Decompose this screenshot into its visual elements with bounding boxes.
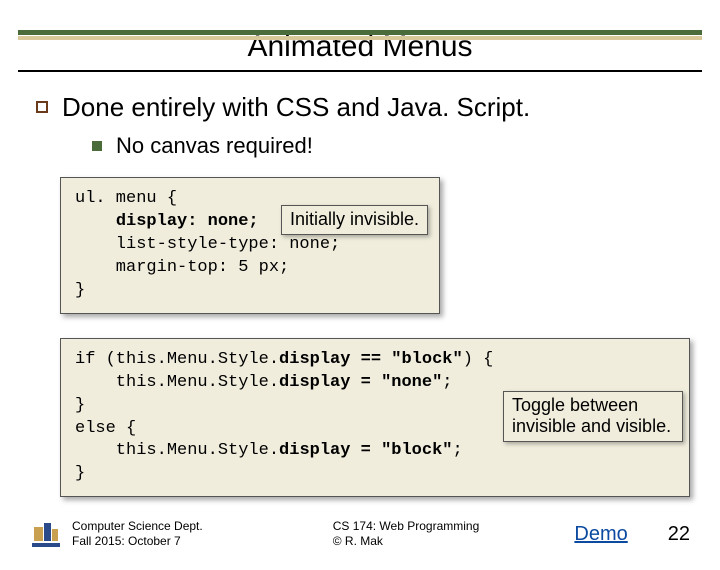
- footer: Computer Science Dept. Fall 2015: Octobe…: [0, 519, 720, 550]
- footer-dept-block: Computer Science Dept. Fall 2015: Octobe…: [72, 519, 203, 550]
- code-line: list-style-type: none;: [75, 234, 425, 257]
- code-line: if (this.Menu.Style.display == "block") …: [75, 349, 675, 372]
- square-filled-icon: [92, 141, 102, 151]
- top-accent-stripes: [0, 30, 720, 42]
- bullet-level2: No canvas required!: [92, 133, 684, 159]
- footer-term: Fall 2015: October 7: [72, 534, 203, 550]
- footer-course: CS 174: Web Programming: [333, 519, 480, 535]
- slide-content: Done entirely with CSS and Java. Script.…: [0, 72, 720, 497]
- footer-author: © R. Mak: [333, 534, 480, 550]
- bullet-level1: Done entirely with CSS and Java. Script.: [36, 92, 684, 123]
- code-block-js: if (this.Menu.Style.display == "block") …: [60, 338, 690, 498]
- sub-bullet-text: No canvas required!: [116, 133, 313, 159]
- page-number: 22: [668, 523, 690, 546]
- square-open-icon: [36, 101, 48, 113]
- code-line: }: [75, 280, 425, 303]
- code-block-css: ul. menu { display: none; list-style-typ…: [60, 177, 440, 314]
- callout-initially-invisible: Initially invisible.: [281, 205, 428, 235]
- footer-dept: Computer Science Dept.: [72, 519, 203, 535]
- bullet-text: Done entirely with CSS and Java. Script.: [62, 92, 530, 123]
- code-line: }: [75, 463, 675, 486]
- sjsu-logo-icon: [30, 519, 62, 549]
- callout-toggle: Toggle between invisible and visible.: [503, 391, 683, 442]
- demo-link[interactable]: Demo: [574, 523, 627, 546]
- code-line: this.Menu.Style.display = "block";: [75, 440, 675, 463]
- footer-course-block: CS 174: Web Programming © R. Mak: [333, 519, 480, 550]
- code-line: margin-top: 5 px;: [75, 257, 425, 280]
